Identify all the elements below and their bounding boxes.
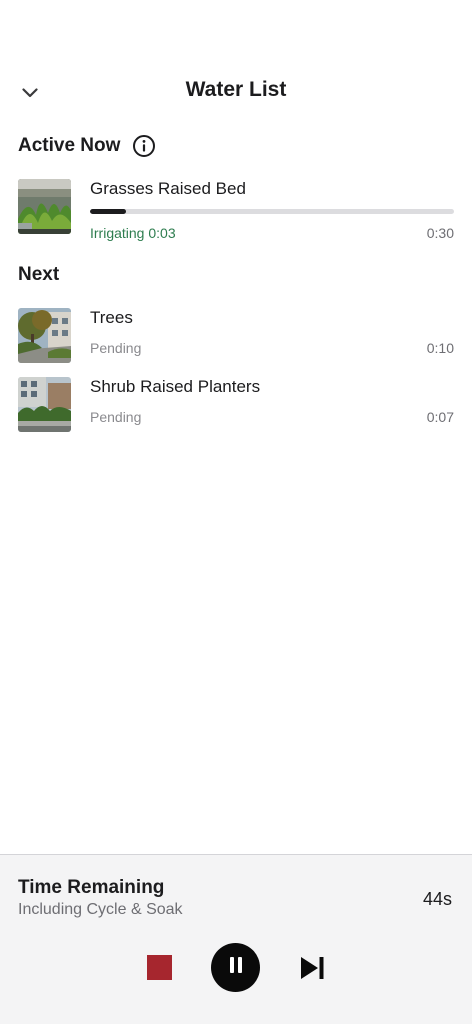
playback-panel: Time Remaining Including Cycle & Soak 44… xyxy=(0,854,472,1024)
page-title: Water List xyxy=(185,78,287,101)
zone-name: Grasses Raised Bed xyxy=(90,179,246,198)
irrigation-progress-bar xyxy=(90,209,454,214)
next-heading: Next xyxy=(18,264,59,286)
zone-name: Shrub Raised Planters xyxy=(90,377,261,396)
zone-status: Pending xyxy=(90,409,142,425)
next-zone-item[interactable]: Shrub Raised Planters Pending 0:07 xyxy=(18,377,454,433)
zone-status: Irrigating 0:03 xyxy=(90,225,176,241)
zone-duration: 0:10 xyxy=(426,340,454,356)
skip-next-icon xyxy=(299,957,325,985)
zone-thumbnail-grasses xyxy=(18,179,71,234)
zone-name: Trees xyxy=(90,308,133,327)
time-remaining-subtitle: Including Cycle & Soak xyxy=(18,901,183,918)
header-bar: Water List xyxy=(0,72,472,116)
time-remaining-value: 44s xyxy=(422,889,452,909)
zone-duration: 0:30 xyxy=(426,225,454,241)
irrigation-progress-fill xyxy=(90,209,127,214)
next-zone-item[interactable]: Trees Pending 0:10 xyxy=(18,308,454,364)
playback-controls xyxy=(0,943,472,993)
pause-button[interactable] xyxy=(211,943,260,992)
active-zone-item[interactable]: Grasses Raised Bed Irrigating 0:03 0:30 xyxy=(18,179,454,241)
zone-duration: 0:07 xyxy=(426,409,454,425)
info-icon[interactable] xyxy=(132,134,156,158)
zone-thumbnail-trees xyxy=(18,308,71,363)
active-now-heading: Active Now xyxy=(18,134,156,158)
pause-icon xyxy=(228,956,244,979)
next-label: Next xyxy=(18,264,60,285)
stop-button[interactable] xyxy=(147,955,172,980)
skip-next-button[interactable] xyxy=(299,955,325,981)
zone-status: Pending xyxy=(90,340,142,356)
time-remaining-title: Time Remaining xyxy=(18,877,165,898)
zone-thumbnail-shrubs xyxy=(18,377,71,432)
active-now-label: Active Now xyxy=(18,135,121,156)
